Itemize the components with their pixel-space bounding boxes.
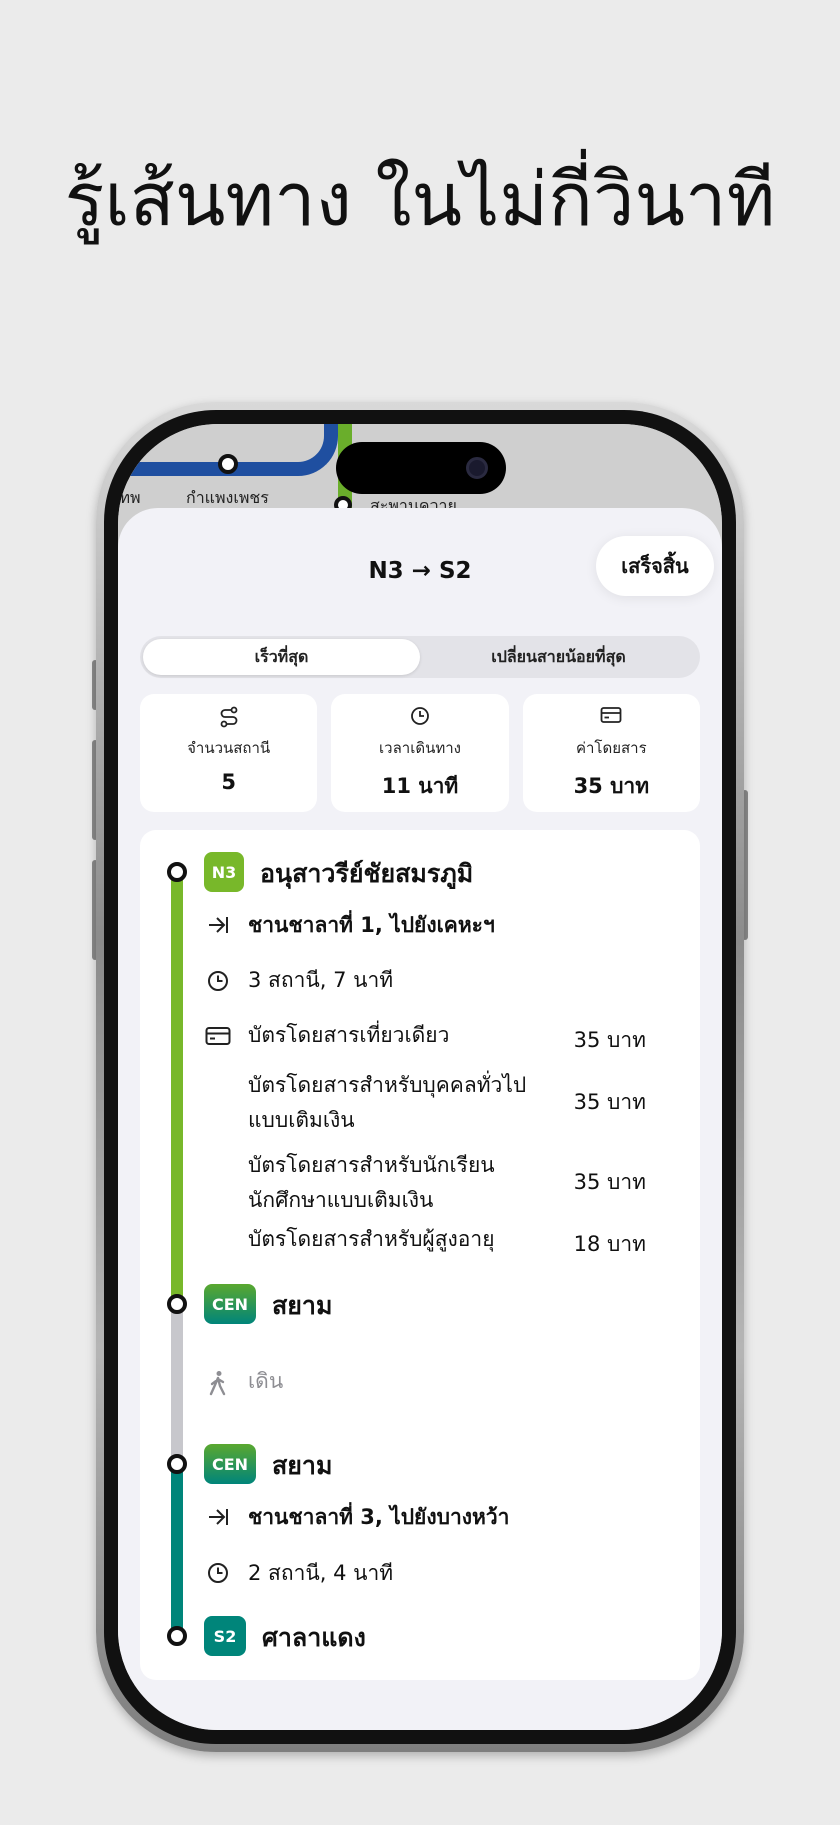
sukhumvit-line-segment <box>171 872 183 1304</box>
station-badge-cen: CEN <box>204 1284 256 1324</box>
stat-label: จำนวนสถานี <box>187 739 271 757</box>
stat-stations: จำนวนสถานี 5 <box>140 694 318 812</box>
card-icon <box>600 706 622 728</box>
stop-dot <box>167 1626 187 1646</box>
fare-label: บัตรโดยสารสำหรับผู้สูงอายุ <box>248 1227 495 1251</box>
station-badge-cen: CEN <box>204 1444 256 1484</box>
direction-arrow-icon <box>204 914 232 942</box>
route-mode-segmented-control[interactable]: เร็วที่สุด เปลี่ยนสายน้อยที่สุด <box>140 636 700 678</box>
station-badge-s2: S2 <box>204 1616 246 1656</box>
fare-label: บัตรโดยสารสำหรับบุคคลทั่วไปแบบเติมเงิน <box>248 1073 527 1132</box>
phone-screen: เทพ กำแพงเพชร สะพานควาย N3 → S2 เสร็จสิ้… <box>118 424 722 1730</box>
stop-dot <box>167 1454 187 1474</box>
segment-fewest-transfers[interactable]: เปลี่ยนสายน้อยที่สุด <box>420 639 697 675</box>
clock-icon <box>410 706 430 728</box>
platform-direction: ชานชาลาที่ 1, ไปยังเคหะฯ <box>248 913 495 937</box>
leg-duration: 3 สถานี, 7 นาที <box>248 968 394 992</box>
station-dot-kamphaeng-phet[interactable] <box>218 454 238 474</box>
camera-icon <box>466 457 488 479</box>
leg-duration: 2 สถานี, 4 นาที <box>248 1561 394 1585</box>
dynamic-island <box>336 442 506 494</box>
route-sheet: N3 → S2 เสร็จสิ้น เร็วที่สุด เปลี่ยนสายน… <box>118 508 722 1730</box>
fare-price: 18 บาท <box>573 1232 646 1256</box>
platform-direction: ชานชาลาที่ 3, ไปยังบางหว้า <box>248 1505 510 1529</box>
stat-travel-time: เวลาเดินทาง 11 นาที <box>331 694 509 812</box>
silom-line-segment <box>171 1464 183 1636</box>
stat-fare: ค่าโดยสาร 35 บาท <box>522 694 700 812</box>
segment-fastest[interactable]: เร็วที่สุด <box>143 639 420 675</box>
stop-dot <box>167 862 187 882</box>
map-label: เทพ <box>118 488 141 507</box>
fare-label: บัตรโดยสารสำหรับนักเรียนนักศึกษาแบบเติมเ… <box>248 1153 495 1212</box>
route-detail-card: N3 อนุสาวรีย์ชัยสมรภูมิ ชานชาลาที่ 1, ไป… <box>140 830 700 1680</box>
fare-price: 35 บาท <box>573 1028 646 1052</box>
route-icon <box>219 706 239 728</box>
station-badge-n3: N3 <box>204 852 244 892</box>
trip-summary: จำนวนสถานี 5 เวลาเดินทาง 11 นาที ค่าโดยส… <box>140 694 700 812</box>
fare-price: 35 บาท <box>573 1170 646 1194</box>
done-button[interactable]: เสร็จสิ้น <box>596 536 714 596</box>
stop-name[interactable]: สยาม <box>272 1446 332 1486</box>
stat-value: 11 นาที <box>381 774 459 798</box>
headline: รู้เส้นทาง ในไม่กี่วินาที <box>64 157 776 243</box>
stop-name[interactable]: ศาลาแดง <box>262 1618 366 1658</box>
stop-name[interactable]: สยาม <box>272 1286 332 1326</box>
walk-icon <box>204 1370 232 1402</box>
stat-label: ค่าโดยสาร <box>575 739 647 757</box>
stat-value: 5 <box>221 770 236 794</box>
fare-label: บัตรโดยสารเที่ยวเดียว <box>248 1023 450 1047</box>
fare-price: 35 บาท <box>573 1090 646 1114</box>
walk-label: เดิน <box>248 1369 284 1393</box>
walk-segment <box>171 1304 183 1464</box>
card-icon <box>204 1026 232 1052</box>
clock-icon <box>204 1562 232 1590</box>
stop-name[interactable]: อนุสาวรีย์ชัยสมรภูมิ <box>260 854 473 894</box>
clock-icon <box>204 970 232 998</box>
stop-dot <box>167 1294 187 1314</box>
stat-value: 35 บาท <box>573 774 650 798</box>
direction-arrow-icon <box>204 1506 232 1534</box>
stat-label: เวลาเดินทาง <box>379 739 461 757</box>
